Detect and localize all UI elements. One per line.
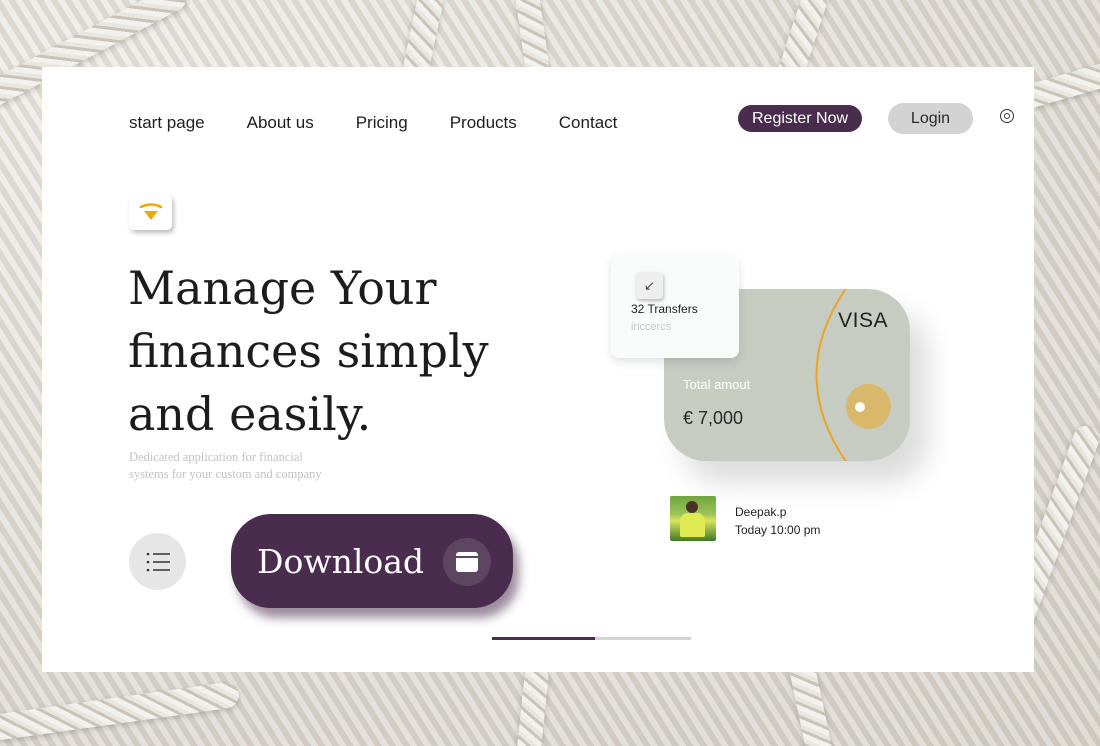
activity-user-name: Deepak.p bbox=[735, 505, 787, 519]
list-icon bbox=[146, 552, 170, 571]
nav-item-products[interactable]: Products bbox=[450, 113, 517, 133]
download-label: Download bbox=[257, 541, 425, 581]
register-now-button[interactable]: Register Now bbox=[738, 105, 862, 132]
download-button[interactable]: Download bbox=[231, 514, 513, 608]
nav-item-pricing[interactable]: Pricing bbox=[356, 113, 408, 133]
card-total-label: Total amout bbox=[683, 377, 751, 392]
activity-time: Today 10:00 pm bbox=[735, 523, 821, 537]
landing-panel: start page About us Pricing Products Con… bbox=[42, 67, 1034, 672]
rope-decoration bbox=[0, 680, 241, 746]
card-total-value: € 7,000 bbox=[683, 408, 744, 428]
wifi-signal-icon bbox=[139, 202, 162, 220]
main-nav: start page About us Pricing Products Con… bbox=[129, 113, 659, 133]
headline-line: Manage Your bbox=[128, 261, 437, 315]
headline-line: and easily. bbox=[128, 387, 372, 441]
arrow-down-left-icon: ↙ bbox=[636, 272, 663, 299]
login-button[interactable]: Login bbox=[888, 103, 973, 134]
hero-subtext: Dedicated application for financial syst… bbox=[129, 449, 369, 483]
rope-decoration bbox=[514, 664, 550, 746]
window-icon bbox=[443, 538, 491, 586]
settings-circle-icon[interactable] bbox=[1000, 109, 1014, 123]
nav-item-contact[interactable]: Contact bbox=[559, 113, 618, 133]
menu-button[interactable] bbox=[129, 533, 186, 590]
transfers-subtitle: inccercs bbox=[631, 321, 672, 333]
subtext-line: systems for your custom and company bbox=[129, 467, 322, 481]
avatar bbox=[670, 496, 716, 541]
nav-item-about-us[interactable]: About us bbox=[247, 113, 314, 133]
nav-item-start-page[interactable]: start page bbox=[129, 113, 205, 133]
transfers-title: 32 Transfers bbox=[631, 302, 698, 316]
subtext-line: Dedicated application for financial bbox=[129, 450, 303, 464]
slider-progress-fill bbox=[492, 637, 596, 640]
logo bbox=[129, 195, 172, 230]
card-chip-icon bbox=[846, 384, 891, 429]
slider-progress bbox=[492, 637, 691, 640]
hero-headline: Manage Your finances simply and easily. bbox=[128, 257, 548, 446]
transfers-card[interactable]: ↙ 32 Transfers inccercs bbox=[611, 255, 739, 358]
headline-line: finances simply bbox=[128, 324, 489, 378]
card-brand: VISA bbox=[838, 309, 888, 332]
